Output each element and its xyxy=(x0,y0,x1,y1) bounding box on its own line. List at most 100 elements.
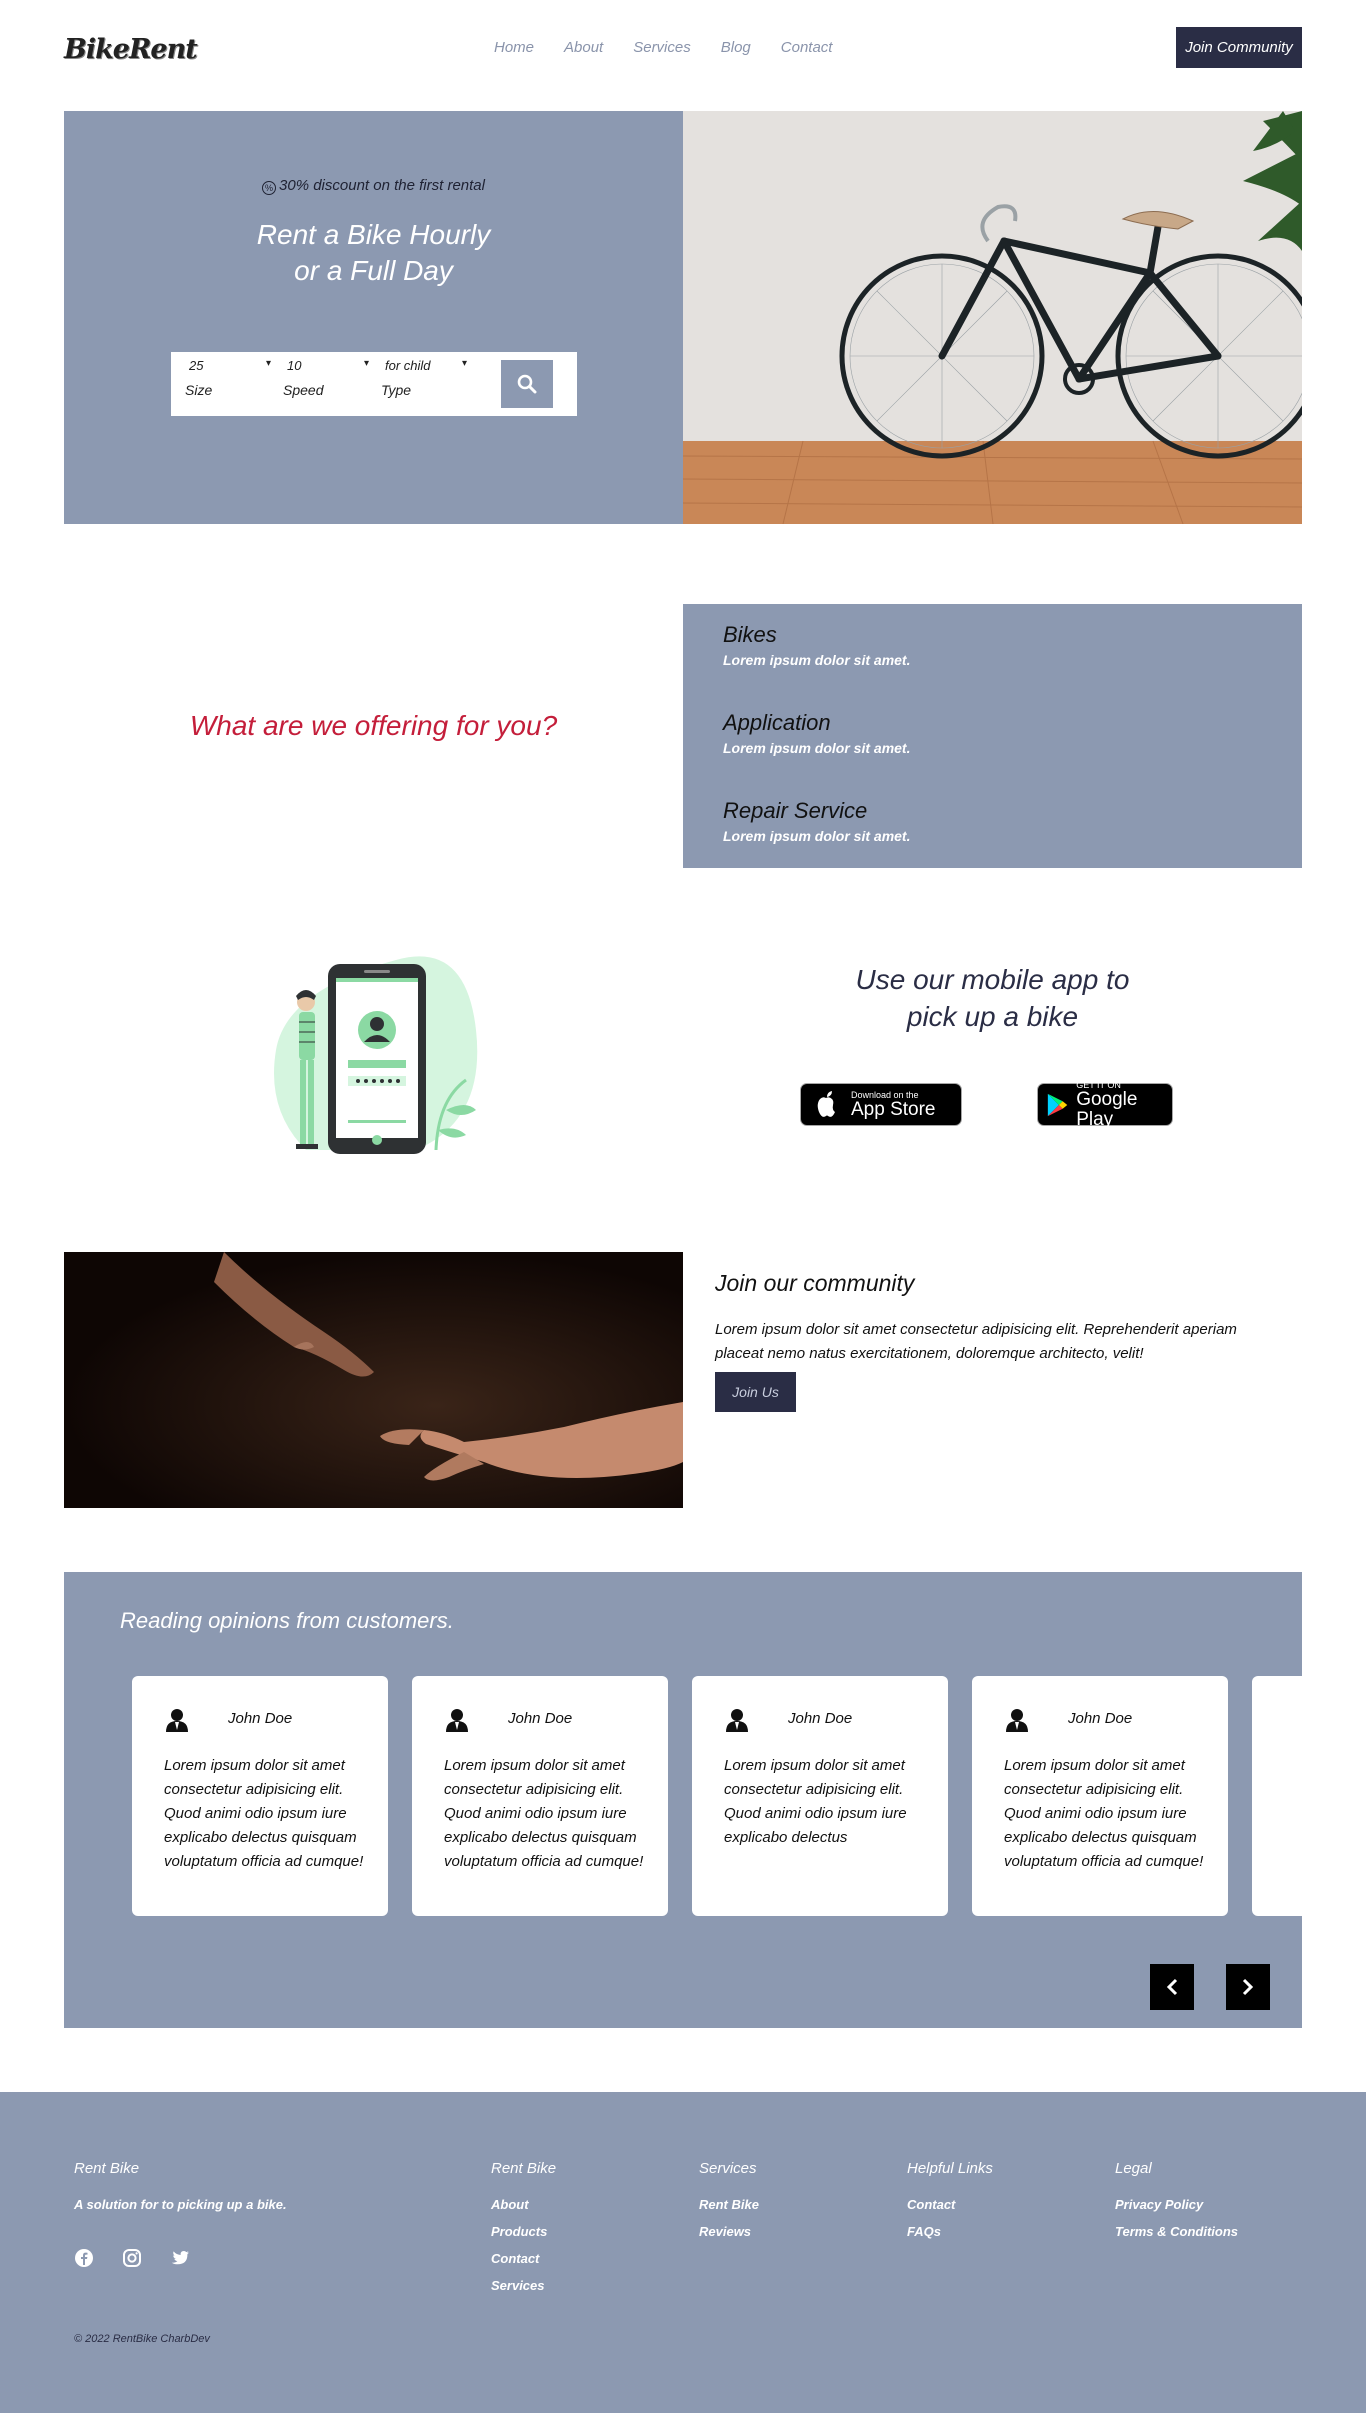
testimonials-title: Reading opinions from customers. xyxy=(120,1608,454,1633)
footer-column-helpful-links: Helpful Links Contact FAQs xyxy=(907,2160,993,2251)
testimonials-section: Reading opinions from customers. John Do… xyxy=(64,1572,1302,2028)
testimonial-name: John Doe xyxy=(508,1710,573,1727)
testimonial-text: Lorem ipsum dolor sit amet consectetur a… xyxy=(724,1757,907,1846)
app-store-small-text: Download on the xyxy=(851,1089,919,1100)
offering-title: Repair Service xyxy=(723,798,868,823)
testimonial-name: John Doe xyxy=(228,1710,293,1727)
offering-desc: Lorem ipsum dolor sit amet. xyxy=(723,828,911,844)
facebook-icon[interactable] xyxy=(74,2248,94,2268)
mobile-app-title-line2: pick up a bike xyxy=(906,1001,1079,1032)
search-icon xyxy=(517,374,537,394)
speed-select[interactable]: 10 ▾ Speed xyxy=(283,358,375,398)
footer-link-privacy[interactable]: Privacy Policy xyxy=(1115,2197,1238,2212)
user-icon xyxy=(726,1709,748,1732)
chevron-down-icon: ▾ xyxy=(363,358,369,369)
size-value: 25 xyxy=(189,358,204,373)
speed-label: Speed xyxy=(283,382,324,398)
size-select[interactable]: 25 ▾ Size xyxy=(185,358,277,398)
instagram-icon[interactable] xyxy=(122,2248,142,2268)
nav-link-home[interactable]: Home xyxy=(494,39,534,56)
testimonial-text: Lorem ipsum dolor sit amet consectetur a… xyxy=(1004,1757,1204,1870)
chevron-down-icon: ▾ xyxy=(265,358,271,369)
chevron-down-icon: ▾ xyxy=(461,358,467,369)
footer-link-terms[interactable]: Terms & Conditions xyxy=(1115,2224,1238,2239)
community-hands-image xyxy=(64,1252,683,1508)
footer-link-contact[interactable]: Contact xyxy=(491,2251,556,2266)
footer-column-heading: Helpful Links xyxy=(907,2160,993,2177)
user-icon xyxy=(446,1709,468,1732)
testimonial-card: John Doe Lorem ipsum dolor sit amet cons… xyxy=(972,1676,1228,1916)
footer-link-faqs[interactable]: FAQs xyxy=(907,2224,993,2239)
nav-link-about[interactable]: About xyxy=(564,39,603,56)
app-store-big-text: App Store xyxy=(851,1098,936,1120)
testimonial-text: Lorem ipsum dolor sit amet consectetur a… xyxy=(444,1757,644,1870)
google-play-small-text: GET IT ON xyxy=(1076,1079,1121,1090)
footer-column-heading: Services xyxy=(699,2160,757,2177)
hero-bike-image xyxy=(683,111,1302,524)
footer-column-heading: Rent Bike xyxy=(491,2160,557,2177)
footer-link-contact[interactable]: Contact xyxy=(907,2197,993,2212)
testimonial-text: Lorem ipsum dolor sit amet consectetur a… xyxy=(164,1757,364,1870)
footer-column-legal: Legal Privacy Policy Terms & Conditions xyxy=(1115,2160,1238,2251)
footer-link-rent-bike[interactable]: Rent Bike xyxy=(699,2197,759,2212)
testimonial-name: John Doe xyxy=(788,1710,853,1727)
nav-link-contact[interactable]: Contact xyxy=(781,39,833,56)
logo[interactable]: BikeRent xyxy=(64,34,198,65)
discount-icon: % xyxy=(262,181,277,195)
offering-title: Application xyxy=(723,710,831,735)
google-play-big-text: Google Play xyxy=(1076,1088,1138,1130)
offering-title: Bikes xyxy=(723,622,777,647)
join-community-button[interactable]: Join Community xyxy=(1176,27,1302,68)
footer-link-reviews[interactable]: Reviews xyxy=(699,2224,759,2239)
nav-link-blog[interactable]: Blog xyxy=(721,39,751,56)
main-nav: Home About Services Blog Contact xyxy=(494,39,832,56)
search-button[interactable] xyxy=(501,360,553,408)
footer-column-rentbike: Rent Bike About Products Contact Service… xyxy=(491,2160,556,2305)
user-icon xyxy=(166,1709,188,1732)
google-play-icon xyxy=(1047,1093,1068,1116)
offering-desc: Lorem ipsum dolor sit amet. xyxy=(723,652,911,668)
footer-link-about[interactable]: About xyxy=(491,2197,556,2212)
testimonial-card: John Doe Lorem ipsum dolor sit amet cons… xyxy=(692,1676,948,1916)
social-links xyxy=(74,2248,190,2268)
footer-column-heading: Legal xyxy=(1115,2160,1152,2177)
app-store-button[interactable]: Download on the App Store xyxy=(800,1083,962,1126)
google-play-button[interactable]: GET IT ON Google Play xyxy=(1037,1079,1173,1129)
twitter-icon[interactable] xyxy=(170,2248,190,2268)
offering-question: What are we offering for you? xyxy=(189,710,558,741)
testimonial-name: John Doe xyxy=(1068,1710,1133,1727)
offering-item-repair: Repair Service Lorem ipsum dolor sit ame… xyxy=(723,798,910,844)
hero-title-line1: Rent a Bike Hourly xyxy=(256,219,491,250)
apple-icon xyxy=(817,1090,835,1117)
carousel-next-button[interactable] xyxy=(1226,1964,1270,2010)
join-us-button[interactable]: Join Us xyxy=(715,1372,796,1412)
footer-link-products[interactable]: Products xyxy=(491,2224,556,2239)
discount-text: 30% discount on the first rental xyxy=(279,177,485,194)
footer-link-services[interactable]: Services xyxy=(491,2278,556,2293)
testimonial-card: John Doe Lorem ipsum dolor sit amet cons… xyxy=(412,1676,668,1916)
community-text: Lorem ipsum dolor sit amet consectetur a… xyxy=(715,1321,1237,1362)
user-icon xyxy=(1006,1709,1028,1732)
type-select[interactable]: for child ▾ Type xyxy=(381,358,473,398)
type-label: Type xyxy=(381,382,412,398)
carousel-prev-button[interactable] xyxy=(1150,1964,1194,2010)
type-value: for child xyxy=(385,358,431,373)
footer-tagline: A solution for to picking up a bike. xyxy=(74,2197,287,2212)
offering-list: Bikes Lorem ipsum dolor sit amet. Applic… xyxy=(683,604,1302,868)
discount-banner: % 30% discount on the first rental xyxy=(64,177,683,195)
offering-desc: Lorem ipsum dolor sit amet. xyxy=(723,740,911,756)
copyright-text: © 2022 RentBike CharbDev xyxy=(74,2333,210,2345)
speed-value: 10 xyxy=(287,358,302,373)
mobile-app-illustration xyxy=(266,950,486,1160)
offering-item-bikes: Bikes Lorem ipsum dolor sit amet. xyxy=(723,622,910,668)
footer-brand-title: Rent Bike xyxy=(74,2160,140,2177)
hero-title-line2: or a Full Day xyxy=(294,255,453,286)
mobile-app-title: Use our mobile app to pick up a bike xyxy=(774,961,1211,1035)
nav-link-services[interactable]: Services xyxy=(633,39,691,56)
footer-column-services: Services Rent Bike Reviews xyxy=(699,2160,759,2251)
footer: Rent Bike A solution for to picking up a… xyxy=(0,2092,1366,2413)
search-filters: 25 ▾ Size 10 ▾ Speed for child ▾ Type xyxy=(171,352,577,416)
hero-panel: % 30% discount on the first rental Rent a… xyxy=(64,111,683,524)
size-label: Size xyxy=(185,382,213,398)
community-title: Join our community xyxy=(715,1270,915,1296)
